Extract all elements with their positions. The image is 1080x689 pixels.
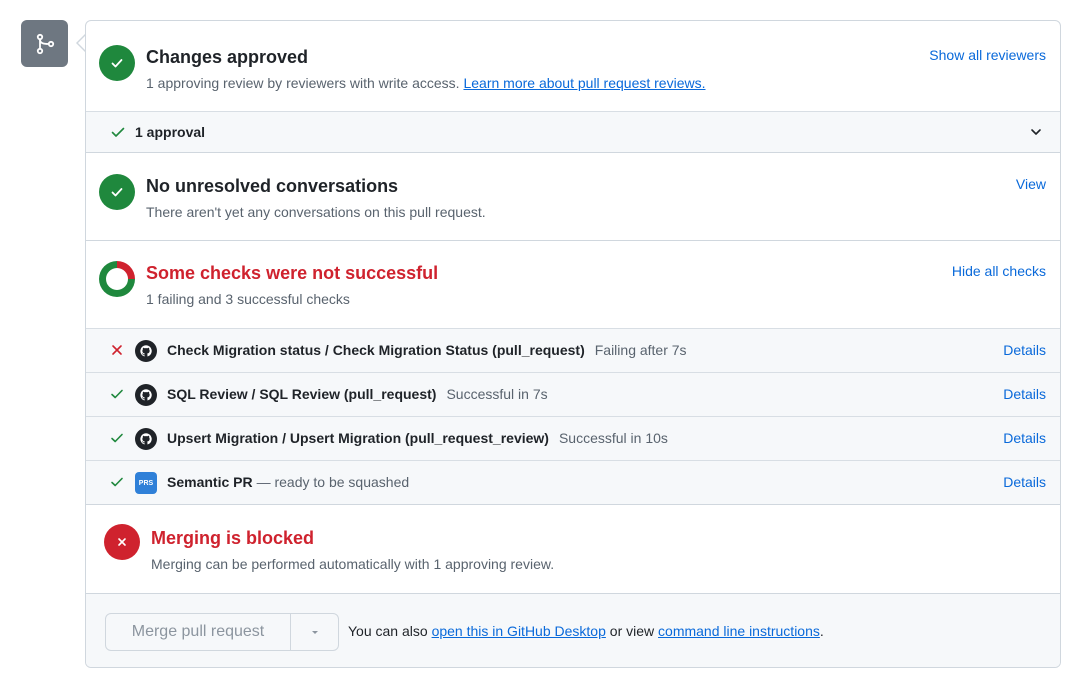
conversations-status-icon <box>99 174 135 210</box>
hide-all-checks-link[interactable]: Hide all checks <box>952 263 1046 279</box>
merge-blocked-title: Merging is blocked <box>151 528 315 548</box>
check-row: SQL Review / SQL Review (pull_request) Su… <box>86 372 1060 416</box>
github-icon <box>135 428 157 450</box>
checks-status-icon <box>99 261 135 297</box>
check-icon <box>111 188 123 197</box>
checks-title: Some checks were not successful <box>146 263 439 283</box>
x-icon <box>118 538 126 546</box>
git-merge-icon <box>36 33 54 54</box>
reviews-title: Changes approved <box>146 47 309 67</box>
approval-summary-row[interactable]: 1 approval <box>86 111 1060 153</box>
check-row: Upsert Migration / Upsert Migration (pul… <box>86 416 1060 460</box>
merge-box: Changes approved 1 approving review by r… <box>85 20 1061 668</box>
conversations-title: No unresolved conversations <box>146 176 399 196</box>
merge-pull-request-button[interactable]: Merge pull request <box>106 614 291 650</box>
show-all-reviewers-link[interactable]: Show all reviewers <box>929 47 1046 63</box>
semantic-prs-icon: PRS <box>135 472 157 494</box>
view-conversations-link[interactable]: View <box>1016 176 1046 192</box>
github-desktop-link[interactable]: open this in GitHub Desktop <box>432 623 606 639</box>
check-icon <box>111 433 123 443</box>
merge-options-dropdown[interactable] <box>291 614 338 650</box>
learn-more-link[interactable]: Learn more about pull request reviews. <box>463 75 705 91</box>
check-icon <box>111 127 125 137</box>
check-name: Check Migration status / Check Migration… <box>167 342 687 358</box>
check-name: Semantic PR — ready to be squashed <box>167 474 410 490</box>
details-link[interactable]: Details <box>1003 342 1046 358</box>
checks-subtitle: 1 failing and 3 successful checks <box>146 291 350 307</box>
check-icon <box>111 59 123 68</box>
approved-status-icon <box>99 45 135 81</box>
footer-text: You can also open this in GitHub Desktop… <box>348 623 824 639</box>
check-name: SQL Review / SQL Review (pull_request) Su… <box>167 386 548 402</box>
approval-count: 1 approval <box>135 124 206 140</box>
github-icon <box>135 384 157 406</box>
caret-down-icon <box>311 631 318 634</box>
merge-blocked-status-icon <box>104 524 140 560</box>
chevron-down-icon[interactable] <box>1028 124 1044 140</box>
check-row: PRS Semantic PR — ready to be squashed De… <box>86 460 1060 504</box>
github-icon <box>135 340 157 362</box>
check-icon <box>111 477 123 487</box>
command-line-instructions-link[interactable]: command line instructions <box>658 623 820 639</box>
merge-footer: Merge pull request You can also open thi… <box>86 593 1060 667</box>
details-link[interactable]: Details <box>1003 474 1046 490</box>
merge-blocked-subtitle: Merging can be performed automatically w… <box>151 556 555 572</box>
details-link[interactable]: Details <box>1003 430 1046 446</box>
details-link[interactable]: Details <box>1003 386 1046 402</box>
reviews-subtitle: 1 approving review by reviewers with wri… <box>146 75 706 91</box>
check-row: Check Migration status / Check Migration… <box>86 328 1060 372</box>
check-icon <box>111 389 123 399</box>
check-name: Upsert Migration / Upsert Migration (pul… <box>167 430 668 446</box>
git-merge-icon-box <box>21 20 68 67</box>
conversations-subtitle: There aren't yet any conversations on th… <box>146 204 486 220</box>
x-icon <box>112 345 122 355</box>
merge-button-group: Merge pull request <box>105 613 339 651</box>
